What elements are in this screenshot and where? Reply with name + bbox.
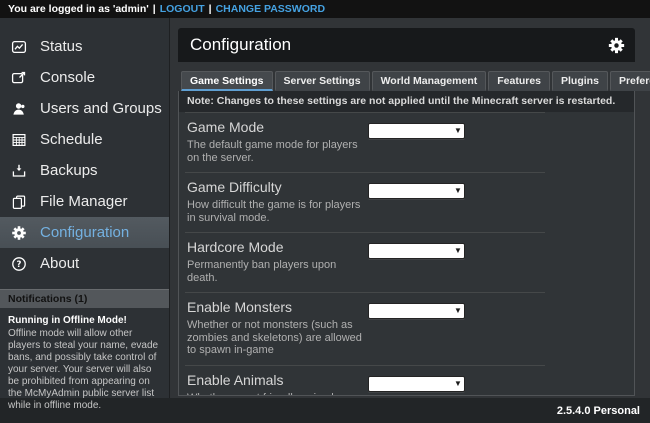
- settings-gear-button[interactable]: [606, 35, 626, 55]
- restart-note: Note: Changes to these settings are not …: [179, 91, 634, 112]
- chevron-down-icon: ▼: [453, 378, 463, 390]
- configuration-gear-icon: [10, 224, 28, 241]
- setting-description: Whether or not friendly animals (such as…: [187, 392, 367, 397]
- tab-world-management[interactable]: World Management: [372, 71, 487, 91]
- sidebar-item-label: Status: [40, 38, 83, 55]
- separator: |: [209, 3, 212, 15]
- notification-body: Running in Offline Mode! Offline mode wi…: [0, 308, 169, 412]
- sidebar: Status Console Users and Groups Schedule: [0, 18, 170, 398]
- sidebar-item-console[interactable]: Console: [0, 62, 169, 93]
- sidebar-item-label: File Manager: [40, 193, 128, 210]
- setting-name: Enable Animals: [187, 372, 368, 388]
- setting-row-hardcore-mode: Hardcore Mode Permanently ban players up…: [185, 232, 545, 292]
- top-bar: You are logged in as 'admin' | LOGOUT | …: [0, 0, 650, 18]
- sidebar-item-backups[interactable]: Backups: [0, 155, 169, 186]
- setting-row-game-mode: Game Mode The default game mode for play…: [185, 112, 545, 172]
- setting-description: How difficult the game is for players in…: [187, 199, 367, 224]
- logged-in-text: You are logged in as 'admin': [8, 3, 149, 15]
- tab-preferences[interactable]: Preferences: [610, 71, 650, 91]
- game-mode-select[interactable]: ▼: [368, 123, 465, 139]
- schedule-icon: [10, 131, 28, 148]
- setting-row-enable-animals: Enable Animals Whether or not friendly a…: [185, 365, 545, 397]
- chevron-down-icon: ▼: [453, 125, 463, 137]
- svg-text:?: ?: [17, 260, 22, 270]
- tab-plugins[interactable]: Plugins: [552, 71, 608, 91]
- version-label: 2.5.4.0 Personal: [557, 405, 640, 417]
- chevron-down-icon: ▼: [453, 185, 463, 197]
- sidebar-item-label: Schedule: [40, 131, 103, 148]
- sidebar-item-label: Backups: [40, 162, 98, 179]
- setting-row-game-difficulty: Game Difficulty How difficult the game i…: [185, 172, 545, 232]
- tab-content: Note: Changes to these settings are not …: [178, 91, 635, 396]
- sidebar-item-file-manager[interactable]: File Manager: [0, 186, 169, 217]
- setting-name: Enable Monsters: [187, 299, 368, 315]
- sidebar-item-users-and-groups[interactable]: Users and Groups: [0, 93, 169, 124]
- gear-icon: [608, 37, 625, 54]
- setting-name: Game Mode: [187, 119, 368, 135]
- status-icon: [10, 38, 28, 55]
- notifications-header: Notifications (1): [0, 289, 169, 308]
- tab-server-settings[interactable]: Server Settings: [275, 71, 370, 91]
- settings-table: Game Mode The default game mode for play…: [185, 112, 545, 396]
- notification-text: Offline mode will allow other players to…: [8, 328, 161, 412]
- separator: |: [153, 3, 156, 15]
- tab-features[interactable]: Features: [488, 71, 550, 91]
- panel-header: Configuration: [178, 28, 635, 62]
- file-manager-icon: [10, 193, 28, 210]
- tab-bar: Game Settings Server Settings World Mana…: [181, 71, 635, 91]
- notification-title: Running in Offline Mode!: [8, 315, 161, 327]
- sidebar-item-about[interactable]: ? About: [0, 248, 169, 279]
- chevron-down-icon: ▼: [453, 305, 463, 317]
- tab-game-settings[interactable]: Game Settings: [181, 71, 273, 91]
- setting-row-enable-monsters: Enable Monsters Whether or not monsters …: [185, 292, 545, 365]
- setting-name: Hardcore Mode: [187, 239, 368, 255]
- enable-animals-select[interactable]: ▼: [368, 376, 465, 392]
- sidebar-item-label: Console: [40, 69, 95, 86]
- sidebar-item-schedule[interactable]: Schedule: [0, 124, 169, 155]
- sidebar-item-label: Configuration: [40, 224, 129, 241]
- change-password-link[interactable]: CHANGE PASSWORD: [216, 3, 325, 15]
- enable-monsters-select[interactable]: ▼: [368, 303, 465, 319]
- setting-description: Whether or not monsters (such as zombies…: [187, 319, 367, 357]
- logout-link[interactable]: LOGOUT: [160, 3, 205, 15]
- setting-name: Game Difficulty: [187, 179, 368, 195]
- hardcore-mode-select[interactable]: ▼: [368, 243, 465, 259]
- sidebar-item-label: About: [40, 255, 79, 272]
- notifications-panel: Notifications (1) Running in Offline Mod…: [0, 289, 169, 412]
- content-area: Configuration Game Settings Server Setti…: [170, 18, 650, 398]
- chevron-down-icon: ▼: [453, 245, 463, 257]
- users-icon: [10, 100, 28, 117]
- sidebar-item-configuration[interactable]: Configuration: [0, 217, 169, 248]
- sidebar-nav: Status Console Users and Groups Schedule: [0, 18, 169, 279]
- console-icon: [10, 69, 28, 86]
- main-wrapper: Status Console Users and Groups Schedule: [0, 18, 650, 398]
- page-title: Configuration: [190, 35, 291, 55]
- sidebar-item-label: Users and Groups: [40, 100, 162, 117]
- backups-icon: [10, 162, 28, 179]
- setting-description: The default game mode for players on the…: [187, 139, 367, 164]
- game-difficulty-select[interactable]: ▼: [368, 183, 465, 199]
- sidebar-item-status[interactable]: Status: [0, 31, 169, 62]
- about-question-icon: ?: [10, 255, 28, 272]
- setting-description: Permanently ban players upon death.: [187, 259, 367, 284]
